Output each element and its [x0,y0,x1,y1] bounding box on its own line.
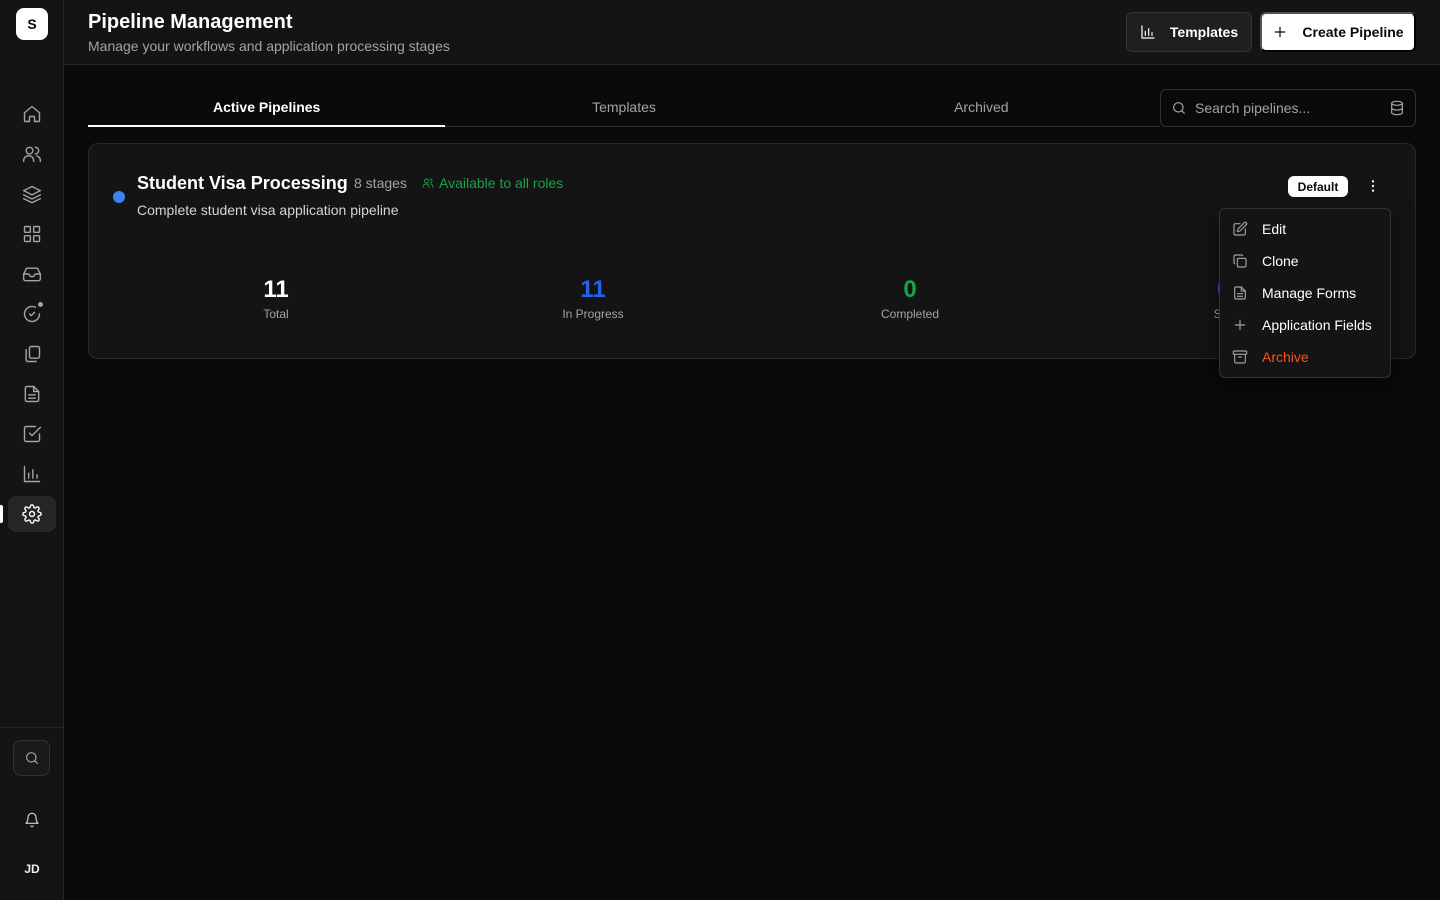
default-badge: Default [1288,176,1348,197]
app-logo[interactable]: S [16,8,48,40]
form-icon [1234,286,1246,300]
sidebar-item-users[interactable] [8,136,56,172]
menu-item-label: Archive [1262,349,1309,365]
notifications-button[interactable] [14,802,50,838]
create-pipeline-label: Create Pipeline [1302,24,1404,40]
pipeline-title: Student Visa Processing [137,173,348,193]
pipeline-search [1160,89,1416,127]
tab-templates[interactable]: Templates [445,88,802,126]
sidebar-item-checklist[interactable] [8,416,56,452]
sidebar-item-inbox[interactable] [8,256,56,292]
plus-icon [1275,26,1286,38]
avatar-initials: JD [24,862,40,876]
menu-item-application-fields[interactable]: Application Fields [1220,309,1390,341]
stat-label: Completed [880,307,940,321]
sidebar: S JD [0,0,64,900]
stat-value: 11 [263,276,289,303]
create-pipeline-button[interactable]: Create Pipeline [1260,12,1416,52]
bell-icon [25,812,39,828]
stat-completed: 0 Completed [810,274,1010,321]
stat-total: 11 Total [176,274,376,321]
clone-icon [1233,254,1247,268]
gear-icon [22,504,42,524]
notification-dot [37,301,44,308]
active-nav-indicator [0,505,3,523]
users-icon [422,178,434,188]
page-title: Pipeline Management [88,11,293,33]
pipeline-actions-menu: Edit Clone Manage Forms Application Fiel… [1219,208,1391,378]
stat-label: In Progress [562,307,624,321]
stat-in-progress: 11 In Progress [493,274,693,321]
home-icon [23,105,41,123]
pipeline-description: Complete student visa application pipeli… [137,202,399,218]
tab-archived[interactable]: Archived [803,88,1160,126]
search-icon [25,752,38,764]
tab-active-pipelines[interactable]: Active Pipelines [88,88,446,127]
search-icon [1173,102,1185,114]
pipeline-status-dot [113,191,125,203]
stat-value: 0 [903,276,917,303]
sidebar-divider [0,727,63,728]
templates-button[interactable]: Templates [1126,12,1252,52]
bar-chart-icon [1141,25,1155,39]
sidebar-item-copies[interactable] [8,336,56,372]
menu-item-label: Application Fields [1262,317,1372,333]
pipeline-menu-button[interactable] [1361,174,1385,198]
menu-item-manage-forms[interactable]: Manage Forms [1220,277,1390,309]
sidebar-item-reports[interactable] [8,456,56,492]
sidebar-search-button[interactable] [13,740,50,776]
page-header: Pipeline Management Manage your workflow… [64,0,1440,65]
archive-icon [1232,350,1248,364]
plus-icon [1234,319,1246,331]
document-icon [24,385,40,403]
page-subtitle: Manage your workflows and application pr… [88,38,450,54]
menu-item-edit[interactable]: Edit [1220,213,1390,245]
database-icon[interactable] [1389,100,1405,116]
pipeline-roles: Available to all roles [422,175,563,191]
menu-item-clone[interactable]: Clone [1220,245,1390,277]
templates-button-label: Templates [1169,24,1239,40]
menu-item-archive[interactable]: Archive [1220,341,1390,373]
sidebar-item-settings[interactable] [8,496,56,532]
bar-chart-icon [23,465,41,483]
pipeline-stages-count: 8 stages [354,175,407,191]
search-input[interactable] [1195,100,1389,116]
sidebar-item-layers[interactable] [8,176,56,212]
inbox-icon [22,267,42,282]
pipeline-card[interactable]: Student Visa Processing 8 stages Availab… [88,143,1416,359]
pipeline-tabs: Active Pipelines Templates Archived [88,88,1160,127]
stat-value: 11 [580,276,606,303]
menu-item-label: Edit [1262,221,1287,237]
pipeline-roles-label: Available to all roles [439,175,564,191]
stat-label: Total [263,307,289,321]
layers-icon [22,185,42,204]
user-avatar[interactable]: JD [14,852,50,886]
copy-icon [25,345,41,363]
sidebar-item-documents[interactable] [8,376,56,412]
more-vertical-icon [1371,180,1375,192]
users-icon [22,146,42,163]
checkbox-icon [23,425,42,443]
sidebar-item-grid[interactable] [8,216,56,252]
sidebar-item-home[interactable] [8,96,56,132]
menu-item-label: Clone [1262,253,1299,269]
sidebar-item-tasks[interactable] [8,296,56,332]
logo-letter: S [27,16,37,32]
edit-icon [1233,221,1248,236]
grid-icon [23,225,41,243]
menu-item-label: Manage Forms [1262,285,1357,301]
